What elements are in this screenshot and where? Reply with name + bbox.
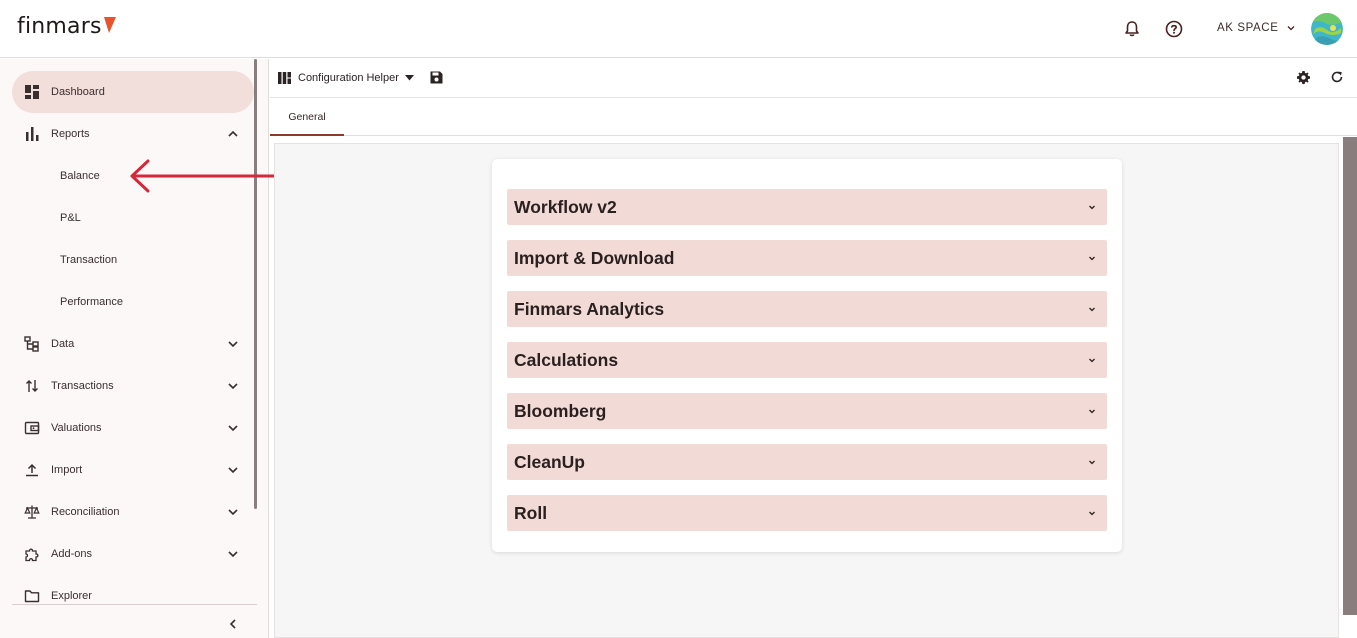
logo[interactable]: finmars: [17, 14, 117, 39]
chevron-down-icon: [1089, 409, 1095, 414]
help-icon[interactable]: [1164, 19, 1184, 39]
folder-icon: [24, 590, 40, 603]
sidebar-item-label: Reports: [51, 128, 90, 140]
layout-selector[interactable]: Configuration Helper: [298, 72, 414, 84]
wallet-icon: [24, 421, 40, 435]
sidebar-item-reconciliation[interactable]: Reconciliation: [12, 491, 254, 533]
dashboard-icon: [25, 85, 39, 99]
configuration-card: Workflow v2 Import & Download Finmars An…: [492, 159, 1122, 552]
accordion-title: Import & Download: [514, 248, 675, 268]
chevron-down-icon: [1089, 358, 1095, 363]
sidebar-item-data[interactable]: Data: [12, 323, 254, 365]
avatar[interactable]: [1311, 13, 1343, 45]
sidebar: Dashboard Reports Balance P&L Transactio…: [0, 59, 269, 638]
caret-down-icon: [404, 75, 414, 81]
accordion-import-download[interactable]: Import & Download: [507, 240, 1107, 276]
layout-icon[interactable]: [278, 72, 291, 84]
accordion-title: Workflow v2: [514, 197, 617, 217]
accordion-calculations[interactable]: Calculations: [507, 342, 1107, 378]
gear-icon[interactable]: [1296, 70, 1311, 85]
sidebar-item-label: Valuations: [51, 422, 102, 434]
refresh-icon[interactable]: [1330, 70, 1344, 84]
sidebar-item-label: Dashboard: [51, 86, 105, 98]
sidebar-subitem-performance[interactable]: Performance: [60, 296, 123, 308]
content-scrollbar[interactable]: [1343, 137, 1357, 615]
chevron-down-icon: [228, 425, 238, 432]
chevron-down-icon: [1089, 256, 1095, 261]
save-icon[interactable]: [430, 71, 443, 84]
chevron-down-icon: [228, 509, 238, 516]
data-tree-icon: [24, 336, 39, 352]
sidebar-item-import[interactable]: Import: [12, 449, 254, 491]
accordion-roll[interactable]: Roll: [507, 495, 1107, 531]
accordion-title: CleanUp: [514, 452, 585, 472]
chevron-down-icon: [1089, 511, 1095, 516]
space-name: AK SPACE: [1217, 22, 1279, 34]
scale-icon: [24, 505, 40, 519]
accordion-finmars-analytics[interactable]: Finmars Analytics: [507, 291, 1107, 327]
chevron-down-icon: [228, 467, 238, 474]
accordion-title: Finmars Analytics: [514, 299, 665, 319]
upload-icon: [26, 463, 38, 477]
accordion-title: Bloomberg: [514, 401, 607, 421]
chevron-up-icon: [228, 130, 238, 137]
chevron-down-icon: [1288, 26, 1295, 31]
sidebar-divider: [12, 604, 257, 605]
avatar-image: [1311, 13, 1343, 45]
sidebar-item-label: Reconciliation: [51, 506, 120, 518]
collapse-sidebar-icon[interactable]: [226, 617, 240, 631]
sidebar-item-label: Data: [51, 338, 75, 350]
toolbar: Configuration Helper: [270, 59, 1357, 98]
accordion-cleanup[interactable]: CleanUp: [507, 444, 1107, 480]
chevron-down-icon: [228, 551, 238, 558]
chevron-down-icon: [1089, 307, 1095, 312]
tab-bar: General: [270, 99, 1357, 136]
chevron-down-icon: [228, 341, 238, 348]
logo-mark-icon: [103, 16, 116, 33]
bar-chart-icon: [26, 127, 39, 141]
accordion-title: Calculations: [514, 350, 619, 370]
sidebar-item-reports[interactable]: Reports: [12, 113, 254, 155]
tab-general[interactable]: General: [270, 99, 344, 136]
chevron-down-icon: [1089, 205, 1095, 210]
accordion-title: Roll: [514, 503, 548, 523]
sidebar-item-label: Add-ons: [51, 548, 92, 560]
logo-text: finmars: [17, 14, 102, 39]
chevron-down-icon: [1089, 460, 1095, 465]
sidebar-item-dashboard[interactable]: Dashboard: [12, 71, 254, 113]
sidebar-subitem-balance[interactable]: Balance: [60, 170, 100, 182]
space-selector[interactable]: AK SPACE: [1217, 22, 1296, 34]
layout-title: Configuration Helper: [298, 72, 399, 84]
sidebar-item-explorer[interactable]: Explorer: [12, 575, 254, 617]
sidebar-item-label: Transactions: [51, 380, 114, 392]
accordion-bloomberg[interactable]: Bloomberg: [507, 393, 1107, 429]
sidebar-subitem-pnl[interactable]: P&L: [60, 212, 81, 224]
chevron-down-icon: [228, 383, 238, 390]
sidebar-item-label: Explorer: [51, 590, 92, 602]
bell-icon[interactable]: [1122, 19, 1142, 39]
sidebar-subitem-transaction[interactable]: Transaction: [60, 254, 117, 266]
sidebar-item-label: Import: [51, 464, 83, 476]
top-bar: finmars AK SPACE: [0, 0, 1357, 58]
accordion-workflow-v2[interactable]: Workflow v2: [507, 189, 1107, 225]
swap-vertical-icon: [26, 380, 38, 392]
sidebar-item-transactions[interactable]: Transactions: [12, 365, 254, 407]
sidebar-scrollbar[interactable]: [254, 59, 257, 509]
sidebar-item-add-ons[interactable]: Add-ons: [12, 533, 254, 575]
sidebar-item-valuations[interactable]: Valuations: [12, 407, 254, 449]
puzzle-icon: [25, 548, 39, 562]
